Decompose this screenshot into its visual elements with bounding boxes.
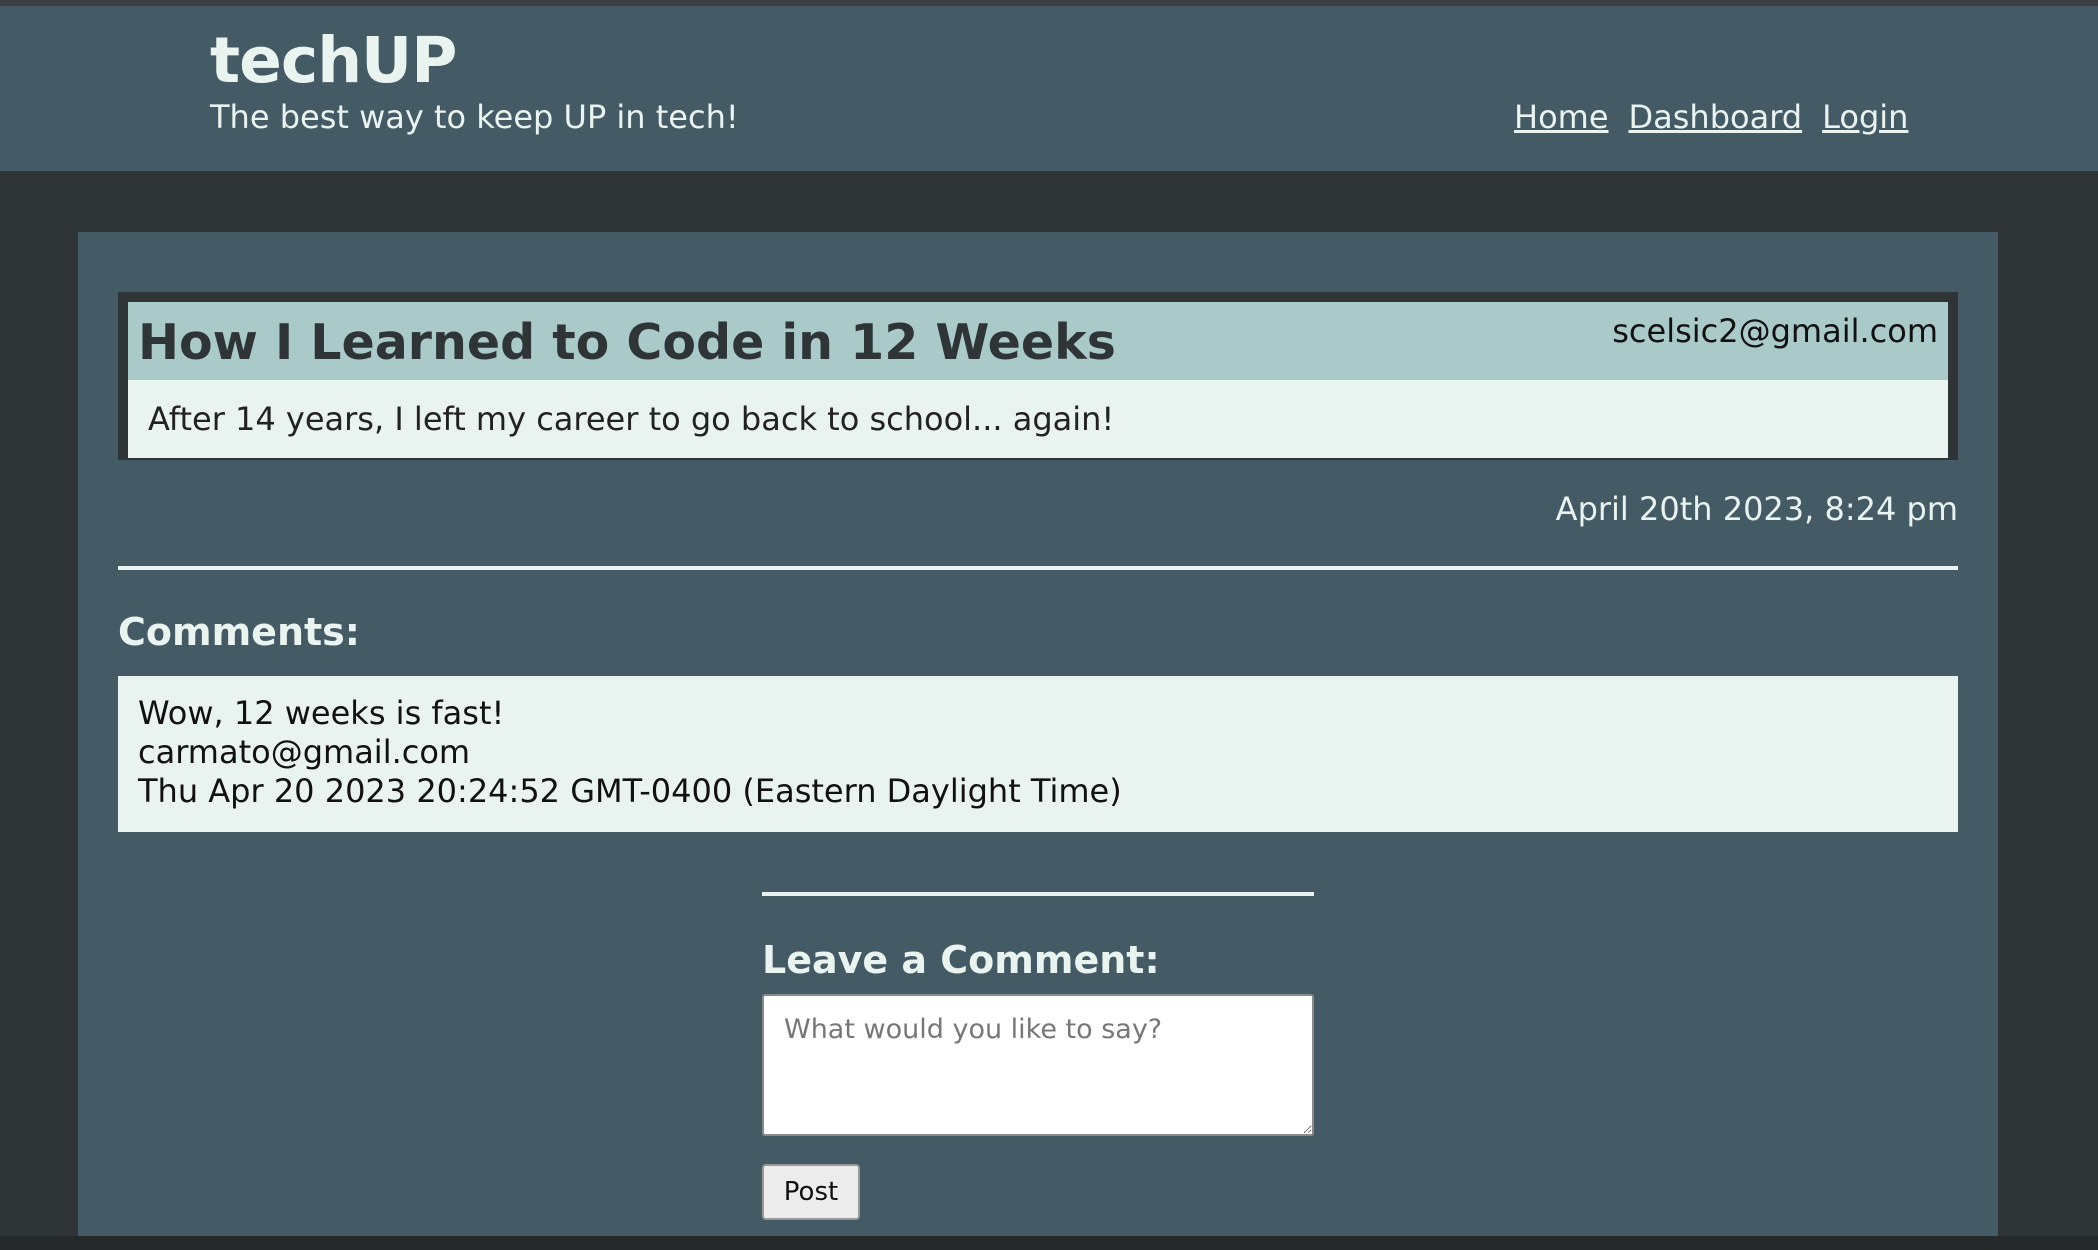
post-date: April 20th 2023, 8:24 pm	[1555, 490, 1958, 528]
comment-author: carmato@gmail.com	[138, 733, 471, 771]
nav-link-home[interactable]: Home	[1514, 98, 1609, 136]
comment-text: Wow, 12 weeks is fast!	[138, 694, 505, 732]
main-content: How I Learned to Code in 12 Weeks scelsi…	[78, 232, 1998, 1242]
post-author: scelsic2@gmail.com	[1612, 312, 1938, 350]
post-body: After 14 years, I left my career to go b…	[128, 380, 1948, 458]
site-header: techUP The best way to keep UP in tech! …	[0, 6, 2098, 171]
main-nav: Home Dashboard Login	[1514, 98, 1908, 136]
comment-form-heading: Leave a Comment:	[762, 938, 1160, 982]
nav-link-login[interactable]: Login	[1822, 98, 1908, 136]
comments-heading: Comments:	[118, 610, 360, 654]
post-header: How I Learned to Code in 12 Weeks scelsi…	[128, 302, 1948, 380]
form-divider	[762, 892, 1314, 896]
comment-date: Thu Apr 20 2023 20:24:52 GMT-0400 (Easte…	[138, 772, 1122, 810]
site-tagline: The best way to keep UP in tech!	[210, 98, 739, 136]
post-comment-button[interactable]: Post	[762, 1164, 860, 1220]
post-card: How I Learned to Code in 12 Weeks scelsi…	[118, 292, 1958, 460]
post-title: How I Learned to Code in 12 Weeks	[138, 314, 1116, 371]
window-bottom-edge	[0, 1236, 2098, 1250]
section-divider	[118, 566, 1958, 570]
nav-link-dashboard[interactable]: Dashboard	[1629, 98, 1803, 136]
site-title[interactable]: techUP	[210, 24, 457, 97]
comment-item: Wow, 12 weeks is fast! carmato@gmail.com…	[118, 676, 1958, 832]
comment-input[interactable]	[762, 994, 1314, 1136]
